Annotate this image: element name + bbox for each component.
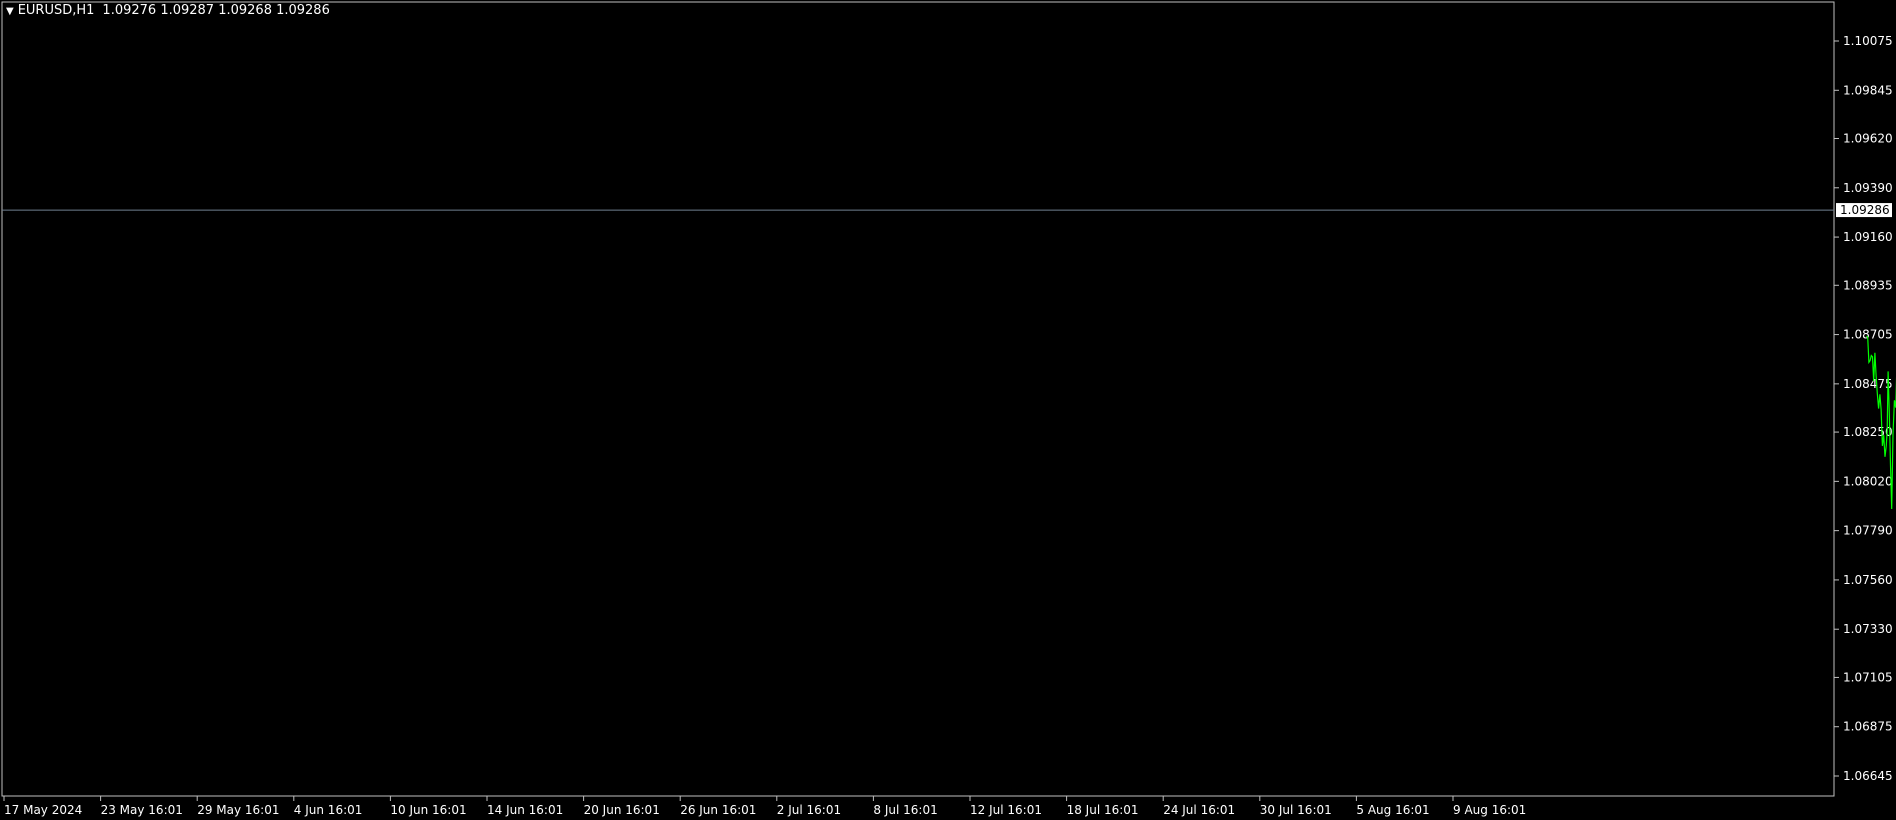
y-tick-label: 1.09160 — [1843, 230, 1893, 244]
x-tick-label: 14 Jun 16:01 — [487, 803, 563, 817]
x-tick-label: 12 Jul 16:01 — [970, 803, 1042, 817]
y-tick-label: 1.08935 — [1843, 278, 1893, 292]
y-tick-label: 1.08020 — [1843, 474, 1893, 488]
x-tick-label: 5 Aug 16:01 — [1356, 803, 1429, 817]
current-price-label: 1.09286 — [1840, 203, 1890, 217]
symbol-label: EURUSD,H1 — [17, 3, 95, 18]
y-tick-label: 1.08475 — [1843, 377, 1893, 391]
x-tick-label: 29 May 16:01 — [197, 803, 279, 817]
x-tick-label: 18 Jul 16:01 — [1067, 803, 1139, 817]
ohlc-values: 1.09276 1.09287 1.09268 1.09286 — [102, 3, 330, 18]
chart-canvas[interactable]: 1.10075 1.09845 1.09620 1.09390 1.09160 1.089… — [0, 0, 1896, 820]
x-tick-label: 17 May 2024 — [4, 803, 82, 817]
y-tick-label: 1.09620 — [1843, 132, 1893, 146]
x-tick-label: 9 Aug 16:01 — [1453, 803, 1526, 817]
y-tick-label: 1.07105 — [1843, 670, 1893, 684]
x-tick-label: 10 Jun 16:01 — [390, 803, 466, 817]
x-tick-label: 20 Jun 16:01 — [584, 803, 660, 817]
y-tick-label: 1.10075 — [1843, 34, 1893, 48]
x-tick-label: 4 Jun 16:01 — [294, 803, 363, 817]
x-tick-label: 26 Jun 16:01 — [680, 803, 756, 817]
y-tick-label: 1.08250 — [1843, 425, 1893, 439]
y-tick-label: 1.09845 — [1843, 83, 1893, 97]
x-tick-label: 30 Jul 16:01 — [1260, 803, 1332, 817]
dropdown-triangle-icon[interactable]: ▼ — [6, 6, 14, 17]
x-tick-label: 2 Jul 16:01 — [777, 803, 841, 817]
y-tick-label: 1.07330 — [1843, 622, 1893, 636]
price-chart[interactable]: 1.10075 1.09845 1.09620 1.09390 1.09160 1.089… — [0, 0, 1896, 820]
y-tick-label: 1.09390 — [1843, 181, 1893, 195]
x-tick-label: 8 Jul 16:01 — [873, 803, 937, 817]
chart-header: ▼ EURUSD,H1 1.09276 1.09287 1.09268 1.0928… — [6, 3, 330, 18]
x-tick-label: 23 May 16:01 — [101, 803, 183, 817]
chart-frame — [1, 1, 1835, 797]
x-tick-label: 24 Jul 16:01 — [1163, 803, 1235, 817]
y-tick-label: 1.07790 — [1843, 524, 1893, 538]
y-tick-label: 1.06875 — [1843, 720, 1893, 734]
y-tick-label: 1.06645 — [1843, 769, 1893, 783]
y-tick-label: 1.07560 — [1843, 573, 1893, 587]
